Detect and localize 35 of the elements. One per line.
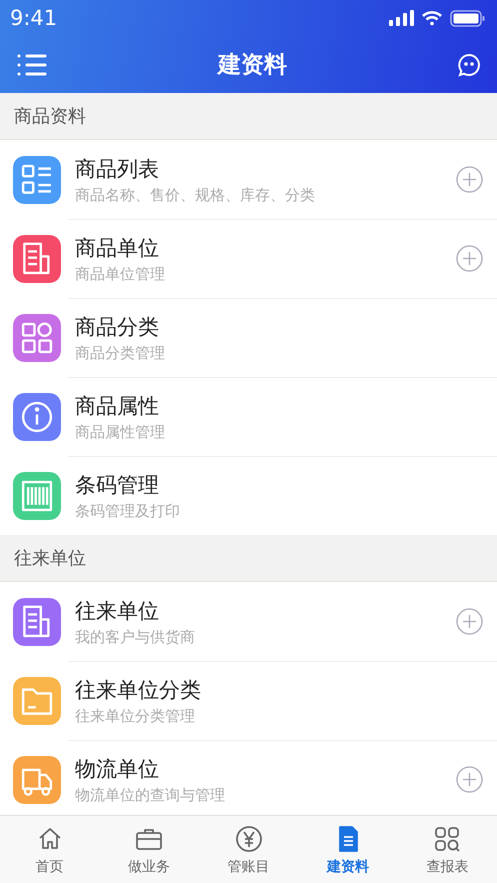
item-title[interactable]: 物流单位: [75, 754, 442, 782]
item-title[interactable]: 商品分类: [75, 312, 483, 340]
wifi-icon: [421, 10, 443, 26]
tab-item[interactable]: 查报表: [398, 816, 497, 883]
item-title[interactable]: 商品列表: [75, 154, 442, 182]
chat-icon[interactable]: [457, 52, 481, 76]
add-icon[interactable]: [456, 608, 483, 635]
section-header: 商品资料: [0, 93, 497, 140]
tab-item[interactable]: 管账目: [198, 816, 298, 883]
yen-icon: [234, 824, 264, 854]
menu-icon[interactable]: [16, 52, 48, 76]
item-title[interactable]: 条码管理: [75, 470, 483, 498]
item-title[interactable]: 商品单位: [75, 234, 442, 262]
item-subtitle: 我的客户与供货商: [75, 628, 196, 646]
item-title[interactable]: 往来单位: [75, 596, 442, 624]
item-subtitle: 商品单位管理: [75, 264, 166, 284]
item-subtitle: 物流单位的查询与管理: [75, 786, 226, 804]
add-icon[interactable]: [456, 766, 483, 793]
item-subtitle: 往来单位分类管理: [75, 706, 196, 726]
item-subtitle: 商品分类管理: [75, 344, 166, 362]
item-subtitle: 商品名称、售价、规格、库存、分类: [75, 186, 316, 204]
battery-icon: [450, 10, 485, 26]
page-title: 建资料: [218, 51, 287, 80]
tab-item[interactable]: 建资料: [298, 816, 398, 883]
signal-icon: [389, 10, 414, 26]
tab-item[interactable]: 首页: [0, 816, 100, 883]
item-subtitle: 商品属性管理: [75, 422, 166, 442]
item-title[interactable]: 往来单位分类: [75, 676, 483, 704]
add-icon[interactable]: [456, 245, 483, 272]
tab-item[interactable]: 做业务: [99, 816, 199, 883]
section-header: 往来单位: [0, 535, 497, 582]
status-time: 9:41: [10, 6, 58, 30]
item-title[interactable]: 商品属性: [75, 392, 483, 420]
add-icon[interactable]: [456, 166, 483, 193]
item-subtitle: 条码管理及打印: [75, 502, 181, 520]
